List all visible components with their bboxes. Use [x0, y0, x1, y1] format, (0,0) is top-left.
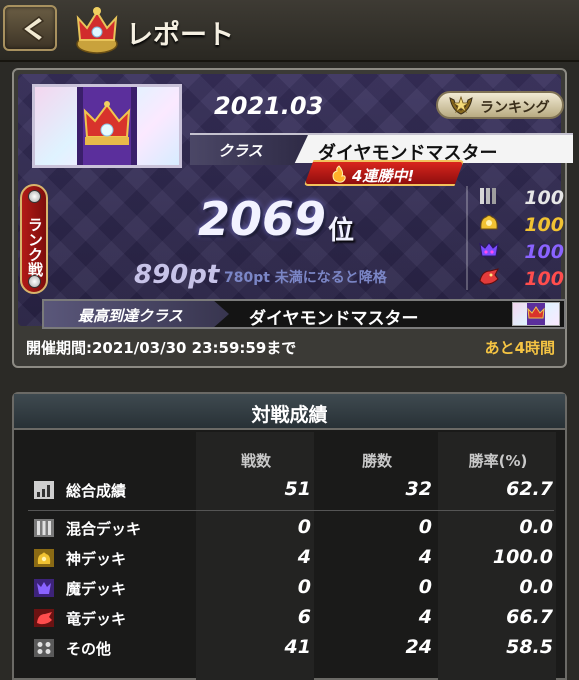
ranking-button-label: ランキング [480, 100, 550, 116]
chevron-left-icon [21, 16, 45, 42]
win-streak-text: 4連勝中! [352, 167, 415, 185]
win-rate-value: 0.0 [519, 576, 553, 598]
flame-icon [332, 165, 346, 183]
wins-value: 0 [418, 516, 432, 538]
battles-value: 0 [297, 576, 311, 598]
deck-stat-god: 100 [470, 211, 570, 238]
deck-stat-value: 100 [524, 268, 564, 290]
best-class-bar: 最高到達クラス ダイヤモンドマスター [42, 299, 566, 329]
best-class-emblem-icon [512, 302, 560, 326]
row-label: 魔デッキ [66, 580, 127, 598]
win-rate-value: 66.7 [506, 606, 553, 628]
record-row-god: 神デッキ 4 4 100.0 [26, 544, 556, 573]
rank-match-tab[interactable]: ランク戦 [20, 184, 48, 294]
dragon-deck-icon [479, 268, 499, 285]
deck-stat-value: 100 [524, 214, 564, 236]
season-date: 2021.03 [214, 92, 324, 120]
demon-deck-icon [479, 242, 499, 257]
record-row-mixed: 混合デッキ 0 0 0.0 [26, 514, 556, 543]
mixed-deck-icon [480, 188, 496, 204]
battles-value: 0 [297, 516, 311, 538]
deck-stat-value: 100 [524, 241, 564, 263]
event-period: 開催期間:2021/03/30 23:59:59まで [26, 339, 297, 357]
wins-value: 4 [418, 546, 432, 568]
wins-value: 4 [418, 606, 432, 628]
ranking-button[interactable]: ランキング [436, 91, 564, 119]
report-card: 2021.03 ランキング クラス ダイヤモンドマスター 4連勝中! ランク戦 … [12, 68, 573, 368]
battle-record-panel: 対戦成績 戦数 勝数 勝率(%) 総合成績 51 32 62.7 混合デッキ 0… [12, 392, 567, 680]
event-period-bar: 開催期間:2021/03/30 23:59:59まで あと4時間 [18, 334, 561, 360]
battles-value: 4 [297, 546, 311, 568]
row-label: 神デッキ [66, 550, 127, 568]
best-class-label: 最高到達クラス [44, 301, 229, 327]
class-bar: クラス ダイヤモンドマスター [190, 133, 573, 165]
laurel-icon [449, 95, 473, 115]
record-row-demon: 魔デッキ 0 0 0.0 [26, 574, 556, 603]
page-title: レポート [126, 20, 234, 51]
rank-suffix: 位 [328, 216, 355, 246]
deck-stat-mixed: 100 [470, 184, 570, 211]
other-deck-icon [34, 639, 54, 657]
wins-value: 0 [418, 576, 432, 598]
back-button[interactable] [3, 5, 57, 51]
row-label: 竜デッキ [66, 610, 127, 628]
crown-icon [76, 7, 118, 54]
battles-value: 51 [284, 478, 311, 500]
overall-stats-icon [34, 481, 54, 499]
mixed-deck-icon [34, 519, 54, 537]
battles-value: 41 [284, 636, 311, 658]
row-label: その他 [66, 640, 112, 658]
indicator-dot [28, 275, 41, 288]
class-label: クラス [190, 135, 308, 165]
wins-value: 24 [405, 636, 432, 658]
win-rate-value: 62.7 [506, 478, 553, 500]
deck-stat-list: 100 100 100 100 [470, 184, 570, 292]
deck-stat-value: 100 [524, 187, 564, 209]
report-panel: 2021.03 ランキング クラス ダイヤモンドマスター 4連勝中! ランク戦 … [18, 74, 573, 329]
record-row-dragon: 竜デッキ 6 4 66.7 [26, 604, 556, 633]
battle-record-title: 対戦成績 [251, 404, 328, 426]
win-streak-badge: 4連勝中! [304, 160, 464, 186]
record-row-other: その他 41 24 58.5 [26, 634, 556, 663]
rank-match-label: ランク戦 [26, 217, 44, 277]
demon-deck-icon [34, 579, 54, 597]
header-bar: レポート [0, 0, 579, 62]
column-header-wins: 勝数 [361, 452, 392, 470]
row-label: 混合デッキ [66, 520, 142, 538]
column-header-battles: 戦数 [240, 452, 271, 470]
best-class-value: ダイヤモンドマスター [249, 309, 419, 329]
dragon-deck-icon [34, 609, 54, 627]
win-rate-value: 58.5 [506, 636, 553, 658]
deck-stat-demon: 100 [470, 238, 570, 265]
wins-value: 32 [405, 478, 432, 500]
column-header-win-rate: 勝率(%) [468, 452, 528, 470]
god-deck-icon [480, 215, 498, 230]
time-remaining: あと4時間 [484, 339, 555, 357]
win-rate-value: 100.0 [492, 546, 553, 568]
indicator-dot [28, 190, 41, 203]
divider [466, 186, 468, 290]
row-label: 総合成績 [66, 482, 127, 500]
battle-record-header: 対戦成績 [14, 394, 565, 430]
god-deck-icon [34, 549, 54, 567]
demotion-note: 780pt 未満になると降格 [224, 270, 387, 286]
class-emblem [32, 84, 182, 168]
record-row-overall: 総合成績 51 32 62.7 [26, 476, 556, 505]
win-rate-value: 0.0 [519, 516, 553, 538]
row-divider [28, 510, 554, 511]
deck-stat-dragon: 100 [470, 265, 570, 292]
battles-value: 6 [297, 606, 311, 628]
diamond-master-crown-icon [77, 87, 137, 165]
rank-number: 2069 [198, 192, 327, 246]
points-value: 890pt [134, 260, 220, 290]
